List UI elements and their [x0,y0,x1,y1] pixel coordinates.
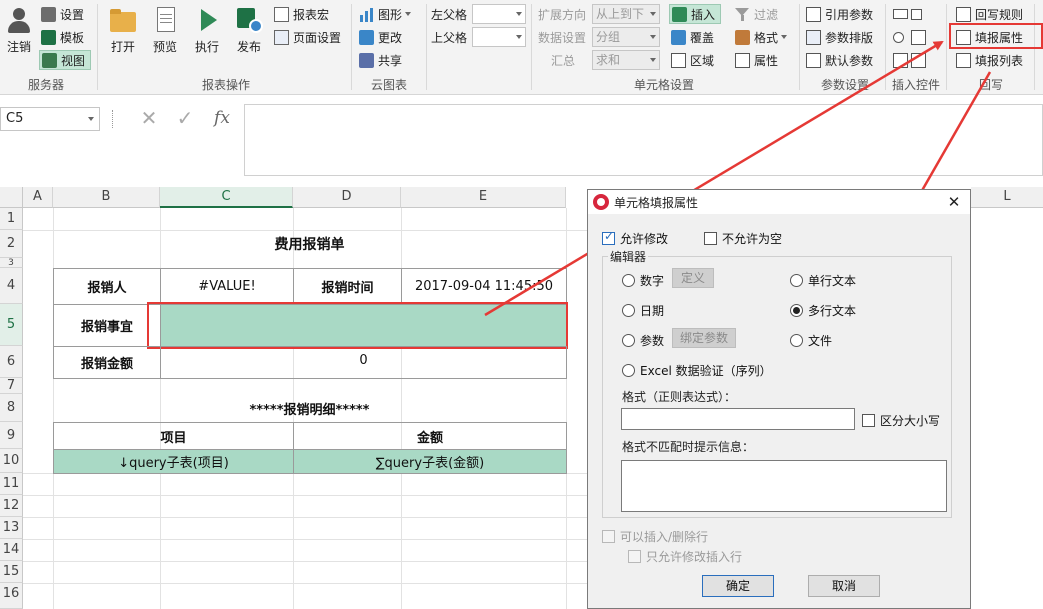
checkbox-icon [628,550,641,563]
checkbox-icon [602,530,615,543]
dialog-titlebar: 单元格填报属性 ✕ [588,190,970,214]
number-radio[interactable]: 数字 [622,272,664,289]
fill-property-dialog: 单元格填报属性 ✕ ✓ 允许修改 不允许为空 编辑器 数字 定义 单行文本 日期… [587,189,971,609]
format-regex-label: 格式（正则表达式）： [622,390,737,404]
radio-icon [622,334,635,347]
case-sensitive-checkbox[interactable]: 区分大小写 [862,412,940,429]
radio-icon [790,334,803,347]
file-radio[interactable]: 文件 [790,332,832,349]
close-icon[interactable]: ✕ [944,192,964,212]
ok-button[interactable]: 确定 [702,575,774,597]
param-radio[interactable]: 参数 [622,332,664,349]
arrow-to-dialog [910,71,992,210]
excel-validation-radio[interactable]: Excel 数据验证（序列） [622,362,772,379]
editor-label: 编辑器 [608,248,649,265]
radio-selected-icon [790,304,803,317]
radio-icon [622,274,635,287]
format-regex-input[interactable] [621,408,855,430]
single-text-radio[interactable]: 单行文本 [790,272,856,289]
define-button[interactable]: 定义 [672,268,714,288]
date-radio[interactable]: 日期 [622,302,664,319]
app-logo-icon [593,194,609,210]
insert-delete-row-checkbox[interactable]: 可以插入/删除行 [602,528,708,545]
radio-icon [790,274,803,287]
radio-icon [622,304,635,317]
multi-text-radio[interactable]: 多行文本 [790,302,856,319]
checkbox-icon [704,232,717,245]
bind-param-button[interactable]: 绑定参数 [672,328,736,348]
only-edit-insert-checkbox[interactable]: 只允许修改插入行 [628,548,742,565]
checkbox-checked-icon: ✓ [602,229,615,245]
not-empty-checkbox[interactable]: 不允许为空 [704,230,782,247]
allow-edit-checkbox[interactable]: ✓ 允许修改 [602,229,668,247]
cancel-button[interactable]: 取消 [808,575,880,597]
mismatch-message-label: 格式不匹配时提示信息： [622,440,755,454]
mismatch-message-input[interactable] [621,460,947,512]
checkbox-icon [862,414,875,427]
radio-icon [622,364,635,377]
dialog-title: 单元格填报属性 [614,196,699,210]
